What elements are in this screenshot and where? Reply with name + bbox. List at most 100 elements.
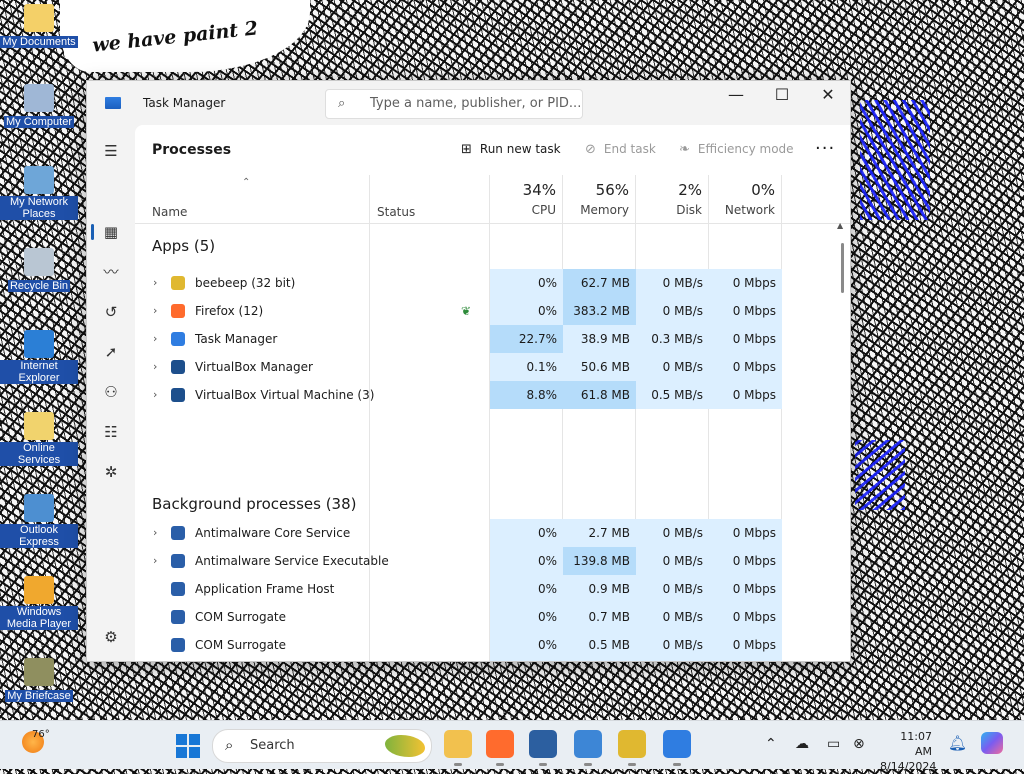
process-row[interactable]: › Antimalware Service Executable 0% 139.8 M… [135,547,850,575]
maximize-button[interactable]: ☐ [759,81,805,111]
process-row[interactable]: › Firefox (12) ❦ 0% 383.2 MB 0 MB/s 0 Mbps [135,297,850,325]
expand-chevron-icon[interactable]: › [153,554,157,567]
folder-icon [24,4,54,32]
scrollbar-thumb[interactable] [841,243,844,293]
settings-icon[interactable]: ⚙ [99,625,123,649]
desktop-icon[interactable]: Online Services [0,412,78,466]
clock[interactable]: 11:07 AM 8/14/2024 [880,729,936,774]
process-row[interactable]: CTF Loader0%2.9 MB0 MB/s0 Mbps [135,659,850,661]
desktop-icon-label: My Computer [3,116,75,128]
network-cell: 0 Mbps [709,519,782,547]
expand-chevron-icon[interactable]: › [153,360,157,373]
process-row[interactable]: COM Surrogate 0% 0.7 MB 0 MB/s 0 Mbps [135,603,850,631]
performance-icon[interactable]: 〰 [99,260,123,284]
cpu-cell: 8.8% [490,381,563,409]
network-status-icon[interactable]: ⊗ [853,736,865,752]
column-disk[interactable]: 2% Disk [636,175,702,217]
outlook-icon [24,494,54,522]
desktop-icon[interactable]: My Network Places [0,166,78,220]
process-name: VirtualBox Manager [195,360,313,374]
services-icon[interactable]: ✲ [99,460,123,484]
start-button[interactable] [176,734,200,758]
memory-cell: 50.6 MB [563,353,636,381]
memory-cell: 2.9 MB [563,659,636,661]
process-row[interactable]: › VirtualBox Manager 0.1% 50.6 MB 0 MB/s 0 Mb… [135,353,850,381]
process-row[interactable]: › Task Manager 22.7% 38.9 MB 0.3 MB/s 0 Mbps [135,325,850,353]
column-memory[interactable]: 56% Memory [563,175,629,217]
onedrive-icon[interactable]: ☁ [795,736,809,752]
details-icon[interactable]: ☷ [99,420,123,444]
desktop-icon[interactable]: Outlook Express [0,494,78,548]
desktop-icon[interactable]: Windows Media Player [0,576,78,630]
end-task-button[interactable]: ⊘ End task [585,142,656,157]
desktop-icon[interactable]: My Computer [0,84,78,128]
running-indicator [496,763,504,766]
search-input[interactable]: ⌕ Type a name, publisher, or PID... [325,89,583,119]
expand-chevron-icon[interactable]: › [153,526,157,539]
show-hidden-icons-icon[interactable]: ⌃ [765,736,777,752]
disk-cell: 0.3 MB/s [636,325,709,353]
desktop-icon[interactable]: My Briefcase [0,658,78,702]
computer-icon [24,84,54,112]
desktop-icon[interactable]: My Documents [0,4,78,48]
processes-icon[interactable]: ▦ [99,220,123,244]
desktop-icon-label: Internet Explorer [0,360,78,384]
expand-chevron-icon[interactable]: › [153,388,157,401]
network-cell: 0 Mbps [709,353,782,381]
title-bar[interactable]: Task Manager ⌕ Type a name, publisher, o… [87,81,850,125]
task-manager-icon[interactable] [663,730,691,758]
minimize-button[interactable]: — [713,81,759,111]
hamburger-icon[interactable]: ☰ [99,139,123,163]
virtualbox-icon[interactable] [529,730,557,758]
display-icon[interactable]: ▭ [827,736,840,752]
network-cell: 0 Mbps [709,325,782,353]
taskbar-search[interactable]: ⌕ Search [212,729,432,763]
desktop-icon[interactable]: Recycle Bin [0,248,78,292]
expand-chevron-icon[interactable]: › [153,332,157,345]
memory-cell: 383.2 MB [563,297,636,325]
column-status[interactable]: Status [377,205,415,219]
column-network[interactable]: 0% Network [709,175,775,217]
more-options-button[interactable]: ··· [815,138,835,159]
desktop-icon-label: Recycle Bin [7,280,71,292]
scroll-up-icon[interactable]: ▲ [837,221,843,230]
process-row[interactable]: Application Frame Host 0% 0.9 MB 0 MB/s 0 Mb… [135,575,850,603]
process-icon [171,276,185,290]
disk-total: 2% [678,181,702,199]
virtualbox-xp-icon[interactable] [574,730,602,758]
close-button[interactable]: ✕ [805,81,850,111]
process-icon [171,638,185,652]
process-row[interactable]: › beebeep (32 bit) 0% 62.7 MB 0 MB/s 0 Mbps [135,269,850,297]
disk-cell: 0 MB/s [636,353,709,381]
file-explorer-icon[interactable] [444,730,472,758]
memory-cell: 0.7 MB [563,603,636,631]
column-name[interactable]: Name [152,205,187,219]
beebeep-icon[interactable] [618,730,646,758]
firefox-icon[interactable] [486,730,514,758]
memory-cell: 38.9 MB [563,325,636,353]
memory-label: Memory [580,203,629,217]
copilot-icon[interactable] [981,732,1003,754]
cpu-total: 34% [522,181,556,199]
cpu-cell: 0% [490,519,563,547]
cpu-cell: 0% [490,269,563,297]
run-new-task-button[interactable]: ⊞ Run new task [461,142,561,157]
efficiency-mode-button[interactable]: ❧ Efficiency mode [679,142,794,157]
expand-chevron-icon[interactable]: › [153,304,157,317]
startup-apps-icon[interactable]: ➚ [99,340,123,364]
memory-cell: 0.5 MB [563,631,636,659]
memory-cell: 0.9 MB [563,575,636,603]
column-cpu[interactable]: 34% CPU [490,175,556,217]
window-title: Task Manager [143,96,226,110]
process-row[interactable]: COM Surrogate 0% 0.5 MB 0 MB/s 0 Mbps [135,631,850,659]
desktop-icon-label: My Documents [0,36,78,48]
desktop-icon[interactable]: Internet Explorer [0,330,78,384]
end-task-label: End task [603,142,656,156]
expand-chevron-icon[interactable]: › [153,276,157,289]
notification-bell-icon[interactable]: 🔔︎ [948,734,967,752]
network-cell: 0 Mbps [709,575,782,603]
users-icon[interactable]: ⚇ [99,380,123,404]
process-row[interactable]: › VirtualBox Virtual Machine (3) 8.8% 61.8 … [135,381,850,409]
process-row[interactable]: › Antimalware Core Service 0% 2.7 MB 0 MB/s 0… [135,519,850,547]
app-history-icon[interactable]: ↺ [99,300,123,324]
